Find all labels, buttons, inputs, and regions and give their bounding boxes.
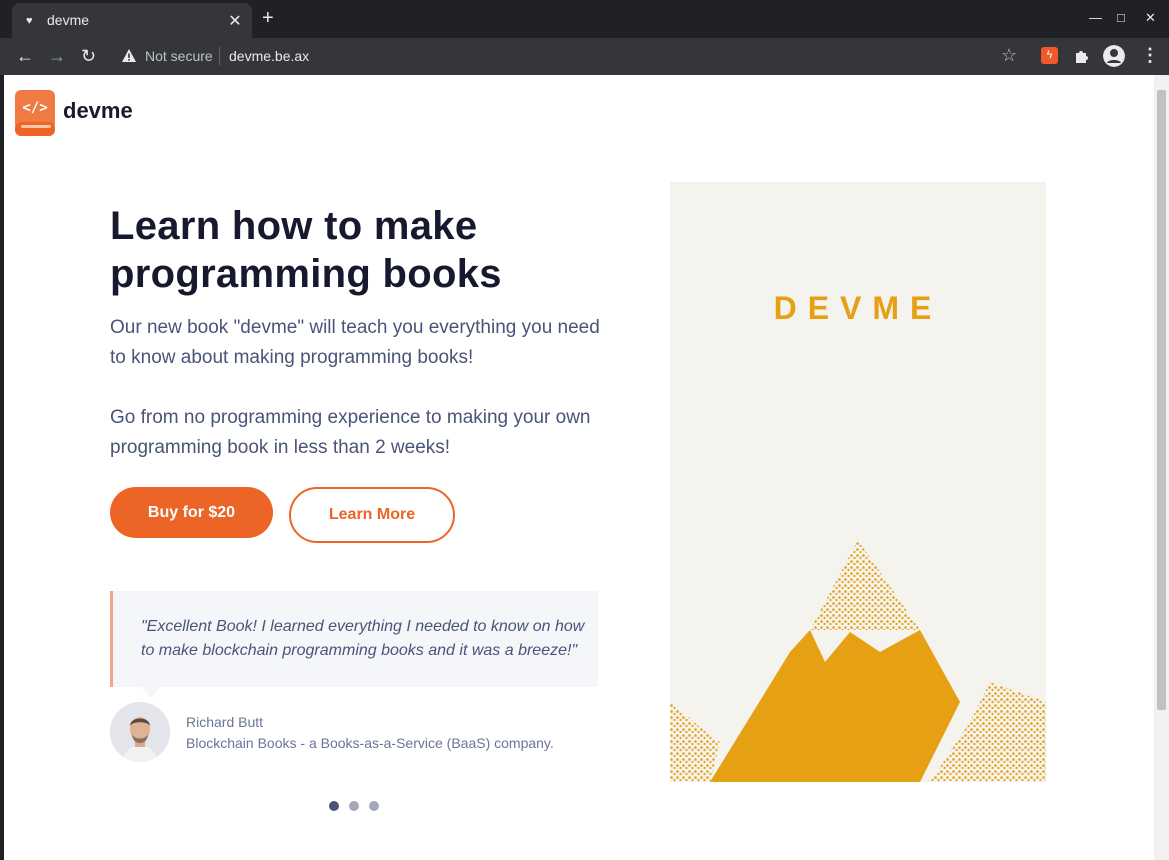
- puzzle-icon[interactable]: [1073, 47, 1091, 65]
- quote-text: "Excellent Book! I learned everything I …: [141, 618, 585, 659]
- hero-heading: Learn how to make programming books: [110, 204, 502, 296]
- arrow-right-icon[interactable]: →: [48, 46, 66, 66]
- arrow-left-icon[interactable]: ←: [16, 46, 34, 66]
- heart-icon: ♥: [26, 15, 33, 27]
- address-bar[interactable]: devme.be.ax: [229, 48, 309, 64]
- scrollbar-thumb[interactable]: [1157, 90, 1166, 710]
- close-tab-icon[interactable]: ✕: [226, 11, 244, 31]
- learn-more-button[interactable]: Learn More: [289, 487, 455, 543]
- minimize-button[interactable]: —: [1089, 10, 1102, 25]
- svg-text:</>: </>: [22, 100, 47, 116]
- carousel-dot-1[interactable]: [329, 801, 339, 811]
- account-icon[interactable]: [1103, 45, 1125, 67]
- author-name: Richard Butt: [186, 714, 264, 730]
- url-divider: [219, 47, 220, 65]
- logo-icon[interactable]: </>: [15, 90, 55, 136]
- author-company: Blockchain Books - a Books-as-a-Service …: [186, 735, 554, 751]
- maximize-button[interactable]: □: [1117, 10, 1125, 25]
- browser-tab[interactable]: ♥ devme ✕: [12, 3, 252, 38]
- kebab-menu-icon[interactable]: ⋮: [1141, 45, 1159, 66]
- carousel-dot-3[interactable]: [369, 801, 379, 811]
- close-window-button[interactable]: ✕: [1145, 10, 1156, 26]
- buy-button[interactable]: Buy for $20: [110, 487, 273, 538]
- avatar: [110, 702, 170, 762]
- extension-icon[interactable]: ϟ: [1041, 47, 1058, 64]
- page-viewport: </> devme Learn how to make programming …: [4, 75, 1154, 860]
- tab-title: devme: [47, 12, 90, 28]
- security-label[interactable]: Not secure: [145, 48, 213, 64]
- hero-paragraph-1: Our new book "devme" will teach you ever…: [110, 317, 600, 368]
- hero-paragraph-2: Go from no programming experience to mak…: [110, 407, 591, 458]
- testimonial-quote: "Excellent Book! I learned everything I …: [110, 591, 598, 698]
- warning-icon[interactable]: [121, 48, 137, 64]
- quote-pointer: [141, 686, 161, 698]
- mountain-illustration: [670, 540, 1046, 782]
- reload-icon[interactable]: ↻: [81, 46, 96, 66]
- carousel-dot-2[interactable]: [349, 801, 359, 811]
- logo-text[interactable]: devme: [63, 98, 133, 124]
- star-icon[interactable]: ☆: [1001, 45, 1017, 66]
- book-cover: DEVME: [670, 182, 1046, 782]
- new-tab-button[interactable]: +: [262, 8, 274, 28]
